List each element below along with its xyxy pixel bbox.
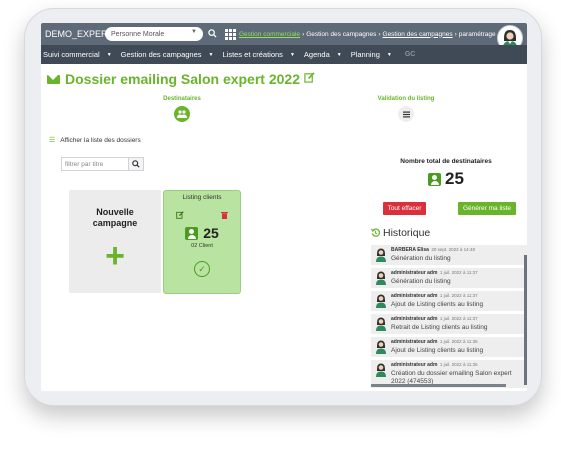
user-avatar-icon — [376, 363, 386, 377]
history-item: administrateur adm 1 juil. 2022 à 11:37 … — [371, 314, 527, 334]
new-campaign-card[interactable]: Nouvelle campagne + — [69, 190, 161, 293]
trash-icon[interactable] — [221, 211, 228, 221]
breadcrumb-item-gestion-campagnes: Gestion des campagnes — [306, 30, 377, 38]
step-destinataires[interactable]: Destinataires — [147, 96, 217, 122]
history-message: Génération du listing — [391, 255, 451, 262]
history-item: administrateur adm 1 juil. 2022 à 11:37 … — [371, 291, 527, 311]
generate-list-button[interactable]: Générer ma liste — [458, 202, 516, 215]
nav-listes-creations[interactable]: Listes et créations ▼ — [220, 50, 301, 59]
filter-placeholder: filtrer par titre — [65, 160, 104, 168]
history-item: administrateur adm 1 juil. 2022 à 11:37 … — [371, 268, 527, 288]
total-recipients-value: 25 — [445, 169, 464, 188]
user-avatar-icon — [376, 294, 386, 308]
nav-agenda[interactable]: Agenda ▼ — [302, 50, 349, 59]
list-icon — [398, 106, 414, 122]
caret-down-icon: ▼ — [208, 51, 214, 58]
history-message: Ajout de Listing clients au listing — [391, 301, 484, 308]
history-user: administrateur adm — [391, 293, 438, 299]
list-card-listing-clients[interactable]: Listing clients 25 02 Client ✓ — [163, 190, 241, 294]
total-recipients: Nombre total de destinataires 25 — [381, 158, 511, 189]
history-title: Historique — [383, 227, 431, 239]
edit-icon[interactable] — [176, 211, 184, 221]
history-vertical-scrollbar[interactable] — [524, 255, 527, 385]
check-circle-icon[interactable]: ✓ — [194, 261, 210, 277]
list-icon: ☰ — [49, 137, 56, 144]
new-campaign-label: Nouvelle campagne — [92, 207, 138, 228]
user-avatar-icon — [376, 317, 386, 331]
nav-suivi-commercial[interactable]: Suivi commercial ▼ — [41, 50, 119, 59]
search-icon[interactable] — [208, 28, 217, 40]
history-message: Retrait de Listing clients au listing — [391, 324, 488, 331]
caret-down-icon: ▼ — [289, 51, 295, 58]
filter-search-button[interactable] — [128, 157, 144, 171]
nav-planning[interactable]: Planning ▼ — [349, 50, 399, 59]
page-title-text: Dossier emailing Salon expert 2022 — [65, 71, 300, 87]
edit-title-icon[interactable] — [304, 72, 315, 86]
list-card-title: Listing clients — [182, 194, 222, 201]
history-user: administrateur adm — [391, 339, 438, 345]
show-folders-toggle[interactable]: ☰ Afficher la liste des dossiers — [49, 136, 141, 145]
nav-gestion-campagnes[interactable]: Gestion des campagnes ▼ — [119, 50, 221, 59]
history-message: Ajout de Listing clients au listing — [391, 347, 484, 354]
filter-title-input[interactable]: filtrer par titre — [61, 157, 129, 171]
app-screen: DEMO_EXPERT Personne Morale ▼ Gestion co… — [41, 23, 527, 391]
history-user: administrateur adm — [391, 362, 438, 368]
chevron-down-icon: ▼ — [191, 29, 197, 35]
clear-all-button[interactable]: Tout effacer — [383, 202, 426, 215]
history-date: 1 juil. 2022 à 11:37 — [439, 316, 478, 321]
history-item: administrateur adm 1 juil. 2022 à 11:36 … — [371, 337, 527, 357]
caret-down-icon: ▼ — [106, 51, 112, 58]
show-folders-label: Afficher la liste des dossiers — [60, 136, 141, 144]
history-user: administrateur adm — [391, 316, 438, 322]
history-message: Génération du listing — [391, 278, 451, 285]
contact-icon — [428, 172, 442, 186]
breadcrumb-item-gestion-campagnes-link[interactable]: Gestion des campagnes — [383, 31, 453, 38]
search-icon — [132, 160, 140, 168]
user-avatar-icon — [376, 248, 386, 262]
step-validation-label: Validation du listing — [377, 96, 435, 102]
list-card-count: 25 — [203, 225, 219, 241]
users-icon — [174, 106, 190, 122]
step-destinataires-label: Destinataires — [163, 96, 201, 102]
history-date: 1 juil. 2022 à 11:37 — [439, 293, 478, 298]
entity-select[interactable]: Personne Morale ▼ — [105, 27, 203, 41]
history-list[interactable]: BARBERA Elisa 20 sept. 2022 à 14:48 Géné… — [371, 245, 527, 389]
history-item: BARBERA Elisa 20 sept. 2022 à 14:48 Géné… — [371, 245, 527, 265]
entity-select-value: Personne Morale — [111, 30, 165, 38]
nav-gc-badge: GC — [404, 51, 416, 58]
breadcrumb: Gestion commerciale › Gestion des campagne… — [239, 30, 496, 38]
history-icon — [370, 227, 381, 239]
brand-name: DEMO_EXPERT — [45, 29, 113, 39]
user-avatar-icon — [376, 271, 386, 285]
page-title: Dossier emailing Salon expert 2022 — [47, 71, 315, 87]
history-date: 20 sept. 2022 à 14:48 — [431, 247, 475, 252]
apps-grid-icon[interactable] — [225, 29, 236, 40]
history-user: administrateur adm — [391, 270, 438, 276]
step-validation-listing[interactable]: Validation du listing — [356, 96, 456, 122]
history-horizontal-scrollbar[interactable] — [371, 384, 506, 387]
user-avatar-icon — [376, 340, 386, 354]
caret-down-icon: ▼ — [386, 51, 392, 58]
history-heading: Historique — [370, 227, 431, 239]
tablet-frame: DEMO_EXPERT Personne Morale ▼ Gestion co… — [24, 8, 542, 406]
list-card-subtitle: 02 Client — [191, 243, 213, 249]
envelope-icon — [47, 74, 60, 84]
main-nav: Suivi commercial ▼ Gestion des campagnes ▼… — [41, 45, 527, 64]
plus-icon: + — [105, 237, 125, 275]
breadcrumb-item-gestion-commerciale[interactable]: Gestion commerciale — [239, 31, 300, 38]
history-date: 1 juil. 2022 à 11:36 — [439, 339, 478, 344]
total-recipients-label: Nombre total de destinataires — [400, 158, 492, 165]
caret-down-icon: ▼ — [336, 51, 342, 58]
top-bar: DEMO_EXPERT Personne Morale ▼ Gestion co… — [41, 23, 527, 51]
history-date: 1 juil. 2022 à 11:37 — [439, 270, 478, 275]
contact-icon — [185, 226, 199, 240]
history-user: BARBERA Elisa — [391, 247, 429, 253]
history-date: 1 juil. 2022 à 11:36 — [439, 362, 478, 367]
breadcrumb-item-parametrage: paramétrage — [458, 30, 496, 38]
